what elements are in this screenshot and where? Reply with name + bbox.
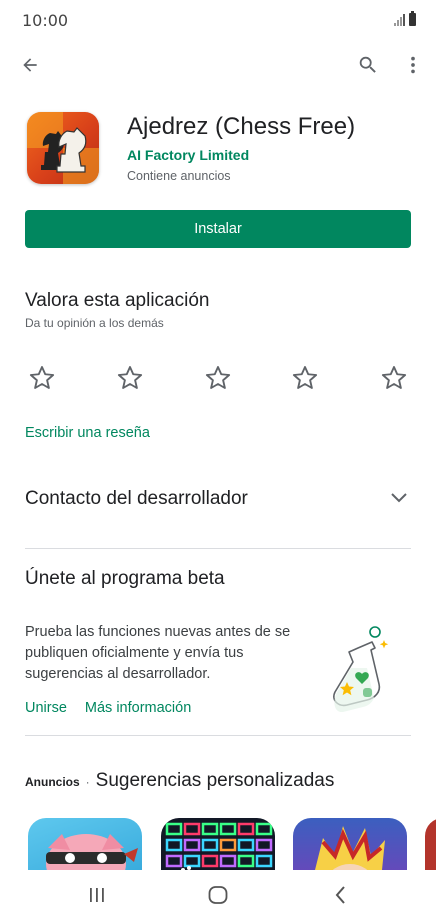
suggested-app-yugioh[interactable] bbox=[293, 818, 407, 870]
star-outline-icon bbox=[205, 366, 231, 389]
beta-program-description: Prueba las funciones nuevas antes de se … bbox=[25, 624, 291, 682]
recent-apps-icon bbox=[90, 888, 104, 902]
status-icons bbox=[394, 11, 416, 26]
section-divider bbox=[25, 735, 411, 736]
suggested-app-brick-breaker[interactable] bbox=[161, 818, 275, 870]
back-button[interactable] bbox=[15, 50, 45, 80]
suggestions-title: Sugerencias personalizadas bbox=[95, 770, 335, 791]
rate-app-title: Valora esta aplicación bbox=[25, 290, 210, 311]
app-title: Ajedrez (Chess Free) bbox=[127, 113, 356, 140]
suggestions-carousel bbox=[0, 818, 436, 870]
write-review-link[interactable]: Escribir una reseña bbox=[25, 425, 150, 441]
search-icon bbox=[359, 56, 376, 73]
neon-bricks-icon bbox=[165, 822, 273, 870]
star-2-button[interactable] bbox=[115, 363, 145, 393]
beta-program-title: Únete al programa beta bbox=[25, 568, 225, 589]
suggested-app-partial[interactable] bbox=[425, 818, 436, 870]
battery-icon bbox=[409, 11, 416, 26]
top-app-bar bbox=[0, 42, 436, 88]
recent-apps-button[interactable] bbox=[83, 884, 111, 906]
anime-character-icon bbox=[315, 826, 385, 870]
search-button[interactable] bbox=[353, 50, 383, 80]
pig-character-icon bbox=[46, 834, 138, 870]
chevron-left-icon bbox=[335, 886, 345, 904]
star-3-button[interactable] bbox=[203, 363, 233, 393]
developer-contact-row[interactable]: Contacto del desarrollador bbox=[0, 472, 436, 526]
more-vert-icon bbox=[411, 56, 415, 74]
star-outline-icon bbox=[381, 366, 407, 389]
ads-label: Anuncios bbox=[25, 775, 80, 789]
star-5-button[interactable] bbox=[379, 363, 409, 393]
developer-link[interactable]: AI Factory Limited bbox=[127, 147, 249, 163]
separator-dot: · bbox=[85, 775, 90, 789]
system-navigation-bar bbox=[0, 870, 436, 920]
app-icon bbox=[27, 112, 99, 184]
beta-actions: Unirse Más información bbox=[25, 700, 191, 716]
star-outline-icon bbox=[29, 366, 55, 389]
star-outline-icon bbox=[292, 366, 318, 389]
suggested-app-coin-master[interactable] bbox=[28, 818, 142, 870]
install-button[interactable]: Instalar bbox=[25, 210, 411, 248]
developer-contact-label: Contacto del desarrollador bbox=[25, 488, 248, 509]
status-bar: 10:00 bbox=[0, 0, 436, 42]
beta-flask-illustration bbox=[333, 626, 389, 712]
join-beta-link[interactable]: Unirse bbox=[25, 700, 67, 716]
more-options-button[interactable] bbox=[398, 50, 428, 80]
chess-pieces-icon bbox=[27, 112, 99, 184]
star-4-button[interactable] bbox=[290, 363, 320, 393]
back-nav-button[interactable] bbox=[327, 884, 355, 906]
more-info-link[interactable]: Más información bbox=[85, 700, 191, 716]
rating-stars bbox=[27, 363, 411, 393]
signal-icon bbox=[394, 14, 405, 26]
contains-ads-label: Contiene anuncios bbox=[127, 169, 231, 183]
rate-app-subtitle: Da tu opinión a los demás bbox=[25, 316, 164, 330]
star-outline-icon bbox=[117, 366, 143, 389]
home-icon bbox=[208, 886, 228, 904]
suggestions-header: Anuncios · Sugerencias personalizadas bbox=[25, 770, 334, 792]
chevron-down-icon bbox=[391, 493, 407, 503]
status-time: 10:00 bbox=[22, 11, 69, 30]
home-button[interactable] bbox=[204, 884, 232, 906]
section-divider bbox=[25, 548, 411, 549]
arrow-back-icon bbox=[23, 58, 37, 72]
star-1-button[interactable] bbox=[27, 363, 57, 393]
